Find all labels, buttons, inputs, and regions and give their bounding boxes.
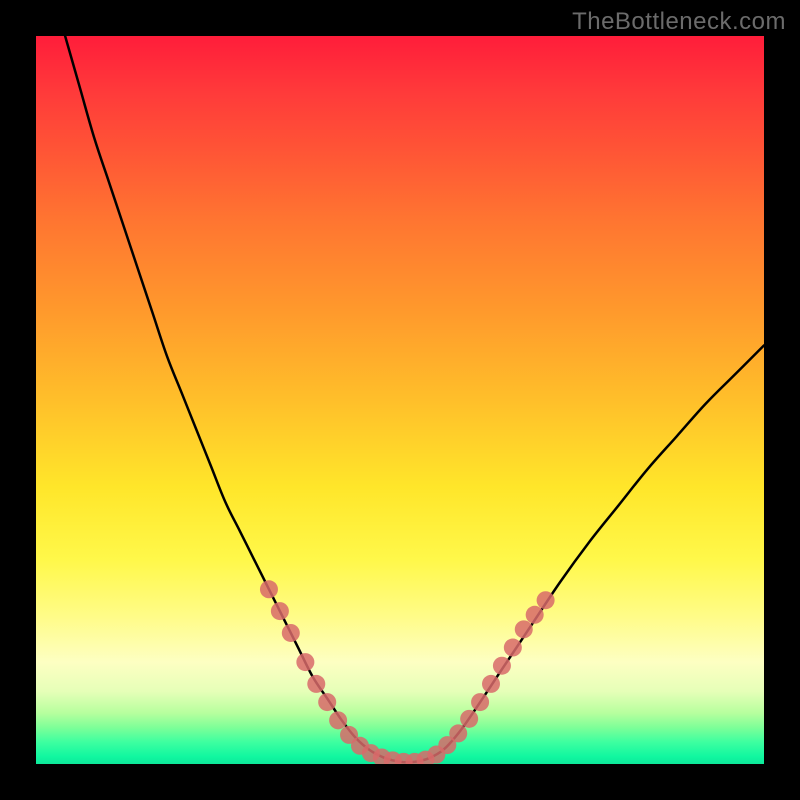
data-marker	[329, 711, 347, 729]
data-marker	[482, 675, 500, 693]
data-marker	[471, 693, 489, 711]
bottleneck-curve	[65, 36, 764, 762]
plot-area	[36, 36, 764, 764]
data-marker	[282, 624, 300, 642]
data-marker	[460, 710, 478, 728]
data-marker	[271, 602, 289, 620]
data-marker	[515, 620, 533, 638]
watermark-text: TheBottleneck.com	[572, 8, 786, 36]
chart-frame: TheBottleneck.com	[0, 0, 800, 800]
curve-layer	[36, 36, 764, 764]
data-marker	[307, 675, 325, 693]
data-marker	[260, 580, 278, 598]
data-marker	[537, 591, 555, 609]
data-marker	[296, 653, 314, 671]
data-marker	[526, 606, 544, 624]
data-marker	[504, 639, 522, 657]
data-marker	[449, 724, 467, 742]
data-marker	[318, 693, 336, 711]
data-marker	[493, 657, 511, 675]
